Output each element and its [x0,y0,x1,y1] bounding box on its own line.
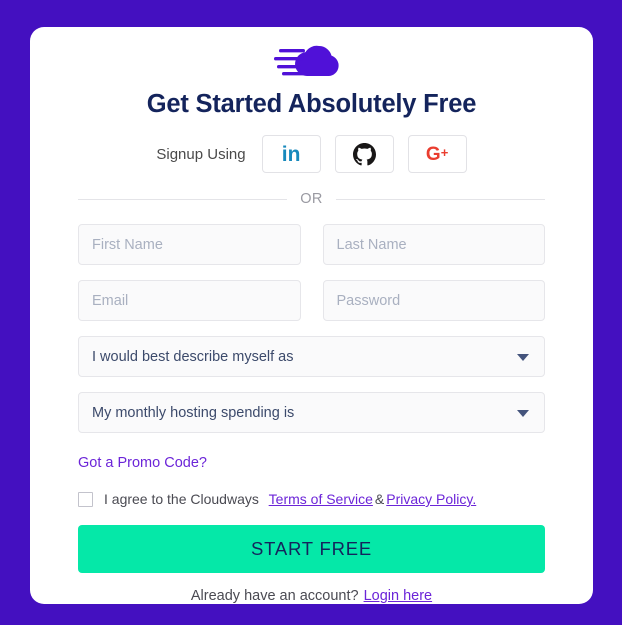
chevron-down-icon [517,409,529,417]
terms-of-service-link[interactable]: Terms of Service [269,491,373,507]
login-prompt: Already have an account? Login here [78,588,545,604]
email-input[interactable] [78,280,301,321]
google-plus-icon: G+ [426,145,448,164]
password-input[interactable] [322,280,545,321]
google-plus-g: G [425,143,441,165]
linkedin-signup-button[interactable]: in [261,135,321,173]
divider-line-right [335,198,545,200]
spending-select[interactable]: My monthly hosting spending is [78,392,545,433]
divider-label: OR [300,191,323,207]
name-field-row [78,224,545,265]
login-prompt-text: Already have an account? [190,588,359,604]
last-name-input[interactable] [322,224,545,265]
credentials-field-row [78,280,545,321]
start-free-button[interactable]: START FREE [78,525,545,573]
signup-card: Get Started Absolutely Free Signup Using… [30,27,593,604]
page-title: Get Started Absolutely Free [146,90,477,118]
terms-prefix: I agree to the Cloudways [104,491,259,507]
role-select-label: I would best describe myself as [92,348,294,365]
logo-container [30,27,593,88]
signup-form: I would best describe myself as My month… [30,224,593,604]
social-signup-label: Signup Using [156,145,246,163]
github-icon [352,142,376,165]
google-plus-signup-button[interactable]: G+ [407,135,467,173]
social-signup-row: Signup Using in G+ [30,135,593,173]
role-select[interactable]: I would best describe myself as [78,336,545,377]
privacy-policy-link[interactable]: Privacy Policy. [386,491,476,507]
promo-code-link[interactable]: Got a Promo Code? [78,455,207,471]
cloudways-cloud-logo [273,45,339,76]
divider-line-left [78,198,288,200]
github-signup-button[interactable] [334,135,394,173]
terms-text: I agree to the Cloudways Terms of Servic… [104,491,478,507]
linkedin-icon: in [281,142,301,166]
chevron-down-icon [517,353,529,361]
or-divider: OR [78,191,545,207]
spending-select-label: My monthly hosting spending is [92,404,295,421]
login-here-link[interactable]: Login here [364,588,433,604]
terms-agreement-row: I agree to the Cloudways Terms of Servic… [78,491,545,507]
signup-page: Get Started Absolutely Free Signup Using… [0,0,622,625]
terms-separator: & [374,491,385,507]
terms-checkbox[interactable] [78,491,93,507]
google-plus-sign: + [440,144,449,160]
first-name-input[interactable] [78,224,301,265]
